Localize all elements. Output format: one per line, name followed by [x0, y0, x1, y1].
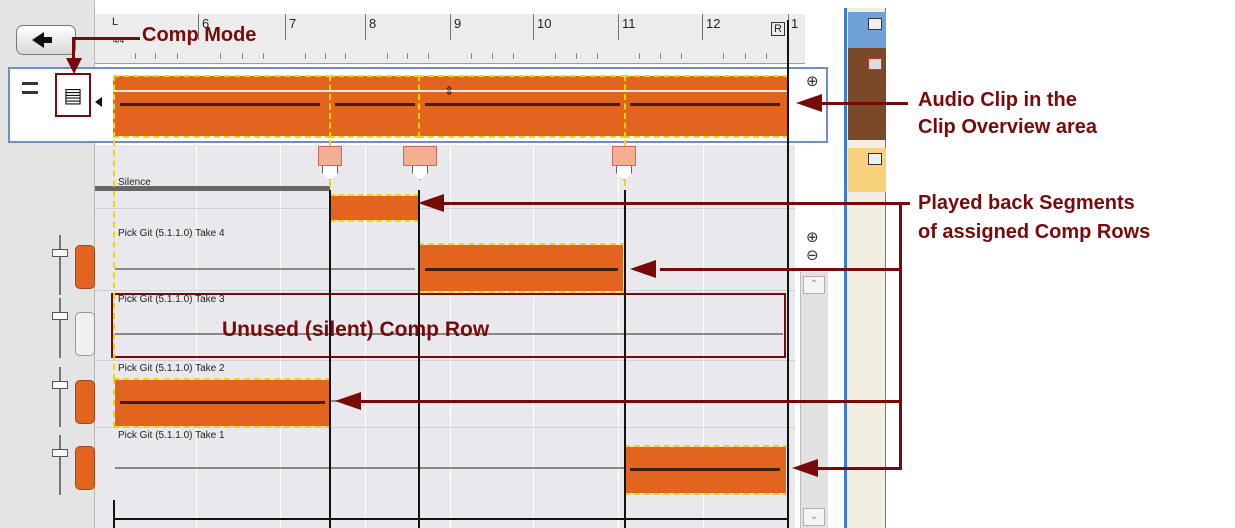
played-back-pointer: [660, 268, 901, 271]
bottom-line: [113, 518, 789, 520]
take-4-waveform: [115, 268, 415, 270]
scroll-down-button[interactable]: ⌄: [803, 508, 825, 526]
unused-row-callout: Unused (silent) Comp Row: [222, 318, 490, 341]
segment-outline: [418, 243, 626, 293]
bar-number: 1: [791, 16, 799, 31]
segment-outline: [329, 194, 420, 222]
row-fader[interactable]: [52, 235, 68, 295]
scroll-up-button[interactable]: ⌃: [803, 276, 825, 294]
row-fader[interactable]: [52, 435, 68, 495]
played-back-pointer: [899, 202, 902, 470]
row-divider: [95, 360, 795, 361]
bar-number: 10: [537, 16, 552, 31]
loop-end-line: [787, 20, 789, 528]
comp-handle[interactable]: [612, 146, 636, 188]
comp-handle[interactable]: [403, 146, 437, 188]
row-divider: [95, 208, 795, 209]
split-line: [329, 190, 331, 528]
bar-number: 11: [622, 16, 636, 31]
loop-right-marker[interactable]: R: [771, 22, 785, 36]
segment-outline: [113, 75, 331, 138]
audio-clip-callout-line2: Clip Overview area: [918, 116, 1097, 138]
back-button[interactable]: [16, 25, 76, 55]
silence-label: Silence: [118, 177, 151, 188]
comp-mode-pointer: [72, 37, 140, 40]
zoom-in-icon[interactable]: ⊕: [806, 228, 819, 246]
loop-left-marker[interactable]: L: [112, 16, 118, 28]
audio-clip-pointer: [820, 102, 908, 105]
played-back-callout-line1: Played back Segments: [918, 192, 1135, 214]
segment-outline: [624, 75, 789, 138]
menu-icon[interactable]: [22, 82, 38, 94]
segment-outline: [624, 445, 789, 495]
split-line: [113, 500, 115, 528]
bar-number: 12: [706, 16, 721, 31]
comp-mode-arrow: [66, 58, 82, 74]
played-back-pointer: [360, 400, 901, 403]
thumb-icon: [868, 153, 882, 165]
segment-outline: [418, 75, 626, 138]
comp-mode-callout: Comp Mode: [142, 24, 257, 46]
collapse-arrow-icon[interactable]: [95, 97, 102, 107]
segment-guide: [113, 140, 115, 380]
row-fader[interactable]: [52, 298, 68, 358]
split-line: [418, 190, 420, 528]
row-label-take-4: Pick Git (5.1.1.0) Take 4: [118, 228, 225, 239]
row-fader[interactable]: [52, 367, 68, 427]
segment-outline: [329, 75, 420, 138]
bar-number: 7: [289, 16, 297, 31]
row-label-take-1: Pick Git (5.1.1.0) Take 1: [118, 430, 225, 441]
audio-clip-callout-line1: Audio Clip in the: [918, 89, 1077, 111]
played-back-callout-line2: of assigned Comp Rows: [918, 221, 1151, 243]
row-select-handle[interactable]: [75, 312, 95, 356]
split-line: [624, 190, 626, 528]
row-select-handle[interactable]: [75, 245, 95, 289]
row-label-take-2: Pick Git (5.1.1.0) Take 2: [118, 363, 225, 374]
thumb-icon: [868, 18, 882, 30]
bar-number: 8: [369, 16, 377, 31]
played-back-arrow: [418, 194, 444, 212]
comp-mode-button[interactable]: ▤: [55, 73, 91, 117]
comp-mode-icon: ▤: [63, 83, 83, 107]
played-back-pointer: [440, 202, 910, 205]
bar-number: 9: [454, 16, 462, 31]
played-back-arrow: [630, 260, 656, 278]
sequencer-screenshot: L 4/4 6 7 8 9 10 11 12 R 1 ▤ ⇕ Silence P…: [0, 0, 1235, 528]
comp-mode-pointer: [72, 37, 75, 59]
back-arrow-icon: [32, 32, 44, 48]
take-1-waveform: [115, 467, 625, 469]
played-back-arrow: [335, 392, 361, 410]
comp-handle[interactable]: [318, 146, 342, 188]
played-back-pointer: [818, 467, 901, 470]
thumb-icon: [868, 58, 882, 70]
row-select-handle[interactable]: [75, 446, 95, 490]
zoom-out-icon[interactable]: ⊖: [806, 246, 819, 264]
segment-outline: [113, 378, 331, 428]
row-select-handle[interactable]: [75, 380, 95, 424]
played-back-arrow: [792, 459, 818, 477]
zoom-in-icon[interactable]: ⊕: [806, 72, 819, 90]
audio-clip-arrow: [796, 94, 822, 112]
